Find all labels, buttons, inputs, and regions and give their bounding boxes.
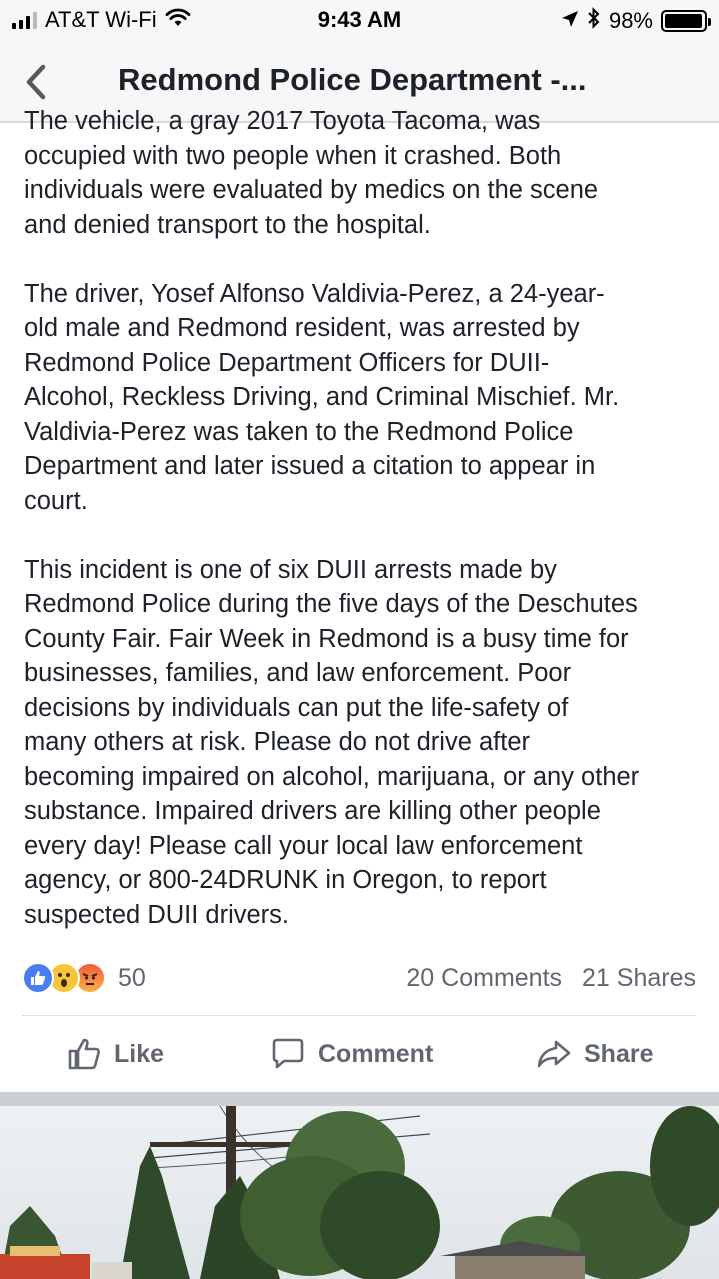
status-right: 98%	[561, 7, 711, 35]
chevron-left-icon	[26, 64, 46, 100]
action-bar: Like Comment Share	[0, 1028, 719, 1084]
status-bar: AT&T Wi-Fi 9:43 AM 98%	[0, 0, 719, 40]
thumbs-up-icon	[68, 1038, 100, 1070]
divider	[22, 1015, 696, 1016]
battery-icon	[661, 10, 711, 32]
battery-percent: 98%	[608, 8, 653, 33]
like-button[interactable]: Like	[66, 1036, 164, 1072]
location-arrow-icon	[561, 8, 579, 34]
post-paragraph: This incident is one of six DUII arrests…	[24, 555, 640, 929]
share-arrow-icon	[537, 1040, 571, 1068]
feed-separator	[0, 1092, 719, 1106]
comment-bubble-icon	[272, 1038, 304, 1069]
comment-label: Comment	[318, 1039, 434, 1068]
bluetooth-icon	[587, 7, 601, 35]
comment-button[interactable]: Comment	[270, 1036, 433, 1072]
like-icon	[22, 962, 54, 994]
page-title: Redmond Police Department -...	[118, 62, 587, 97]
shares-count[interactable]: 21 Shares	[582, 964, 696, 993]
share-label: Share	[584, 1039, 654, 1068]
reactions-bar: 50 20 Comments 21 Shares	[22, 958, 696, 998]
post-text: The vehicle, a gray 2017 Toyota Tacoma, …	[24, 104, 704, 932]
battery-fill	[665, 14, 703, 28]
back-button[interactable]	[16, 60, 56, 104]
reaction-icons[interactable]	[22, 962, 106, 994]
reactions-count[interactable]: 50	[118, 964, 146, 993]
share-button[interactable]: Share	[536, 1036, 653, 1072]
post-paragraph: The driver, Yosef Alfonso Valdivia-Perez…	[24, 279, 620, 515]
like-label: Like	[114, 1039, 165, 1068]
post-photo[interactable]	[0, 1106, 719, 1279]
comments-count[interactable]: 20 Comments	[406, 964, 562, 993]
post-paragraph: The vehicle, a gray 2017 Toyota Tacoma, …	[24, 107, 599, 239]
